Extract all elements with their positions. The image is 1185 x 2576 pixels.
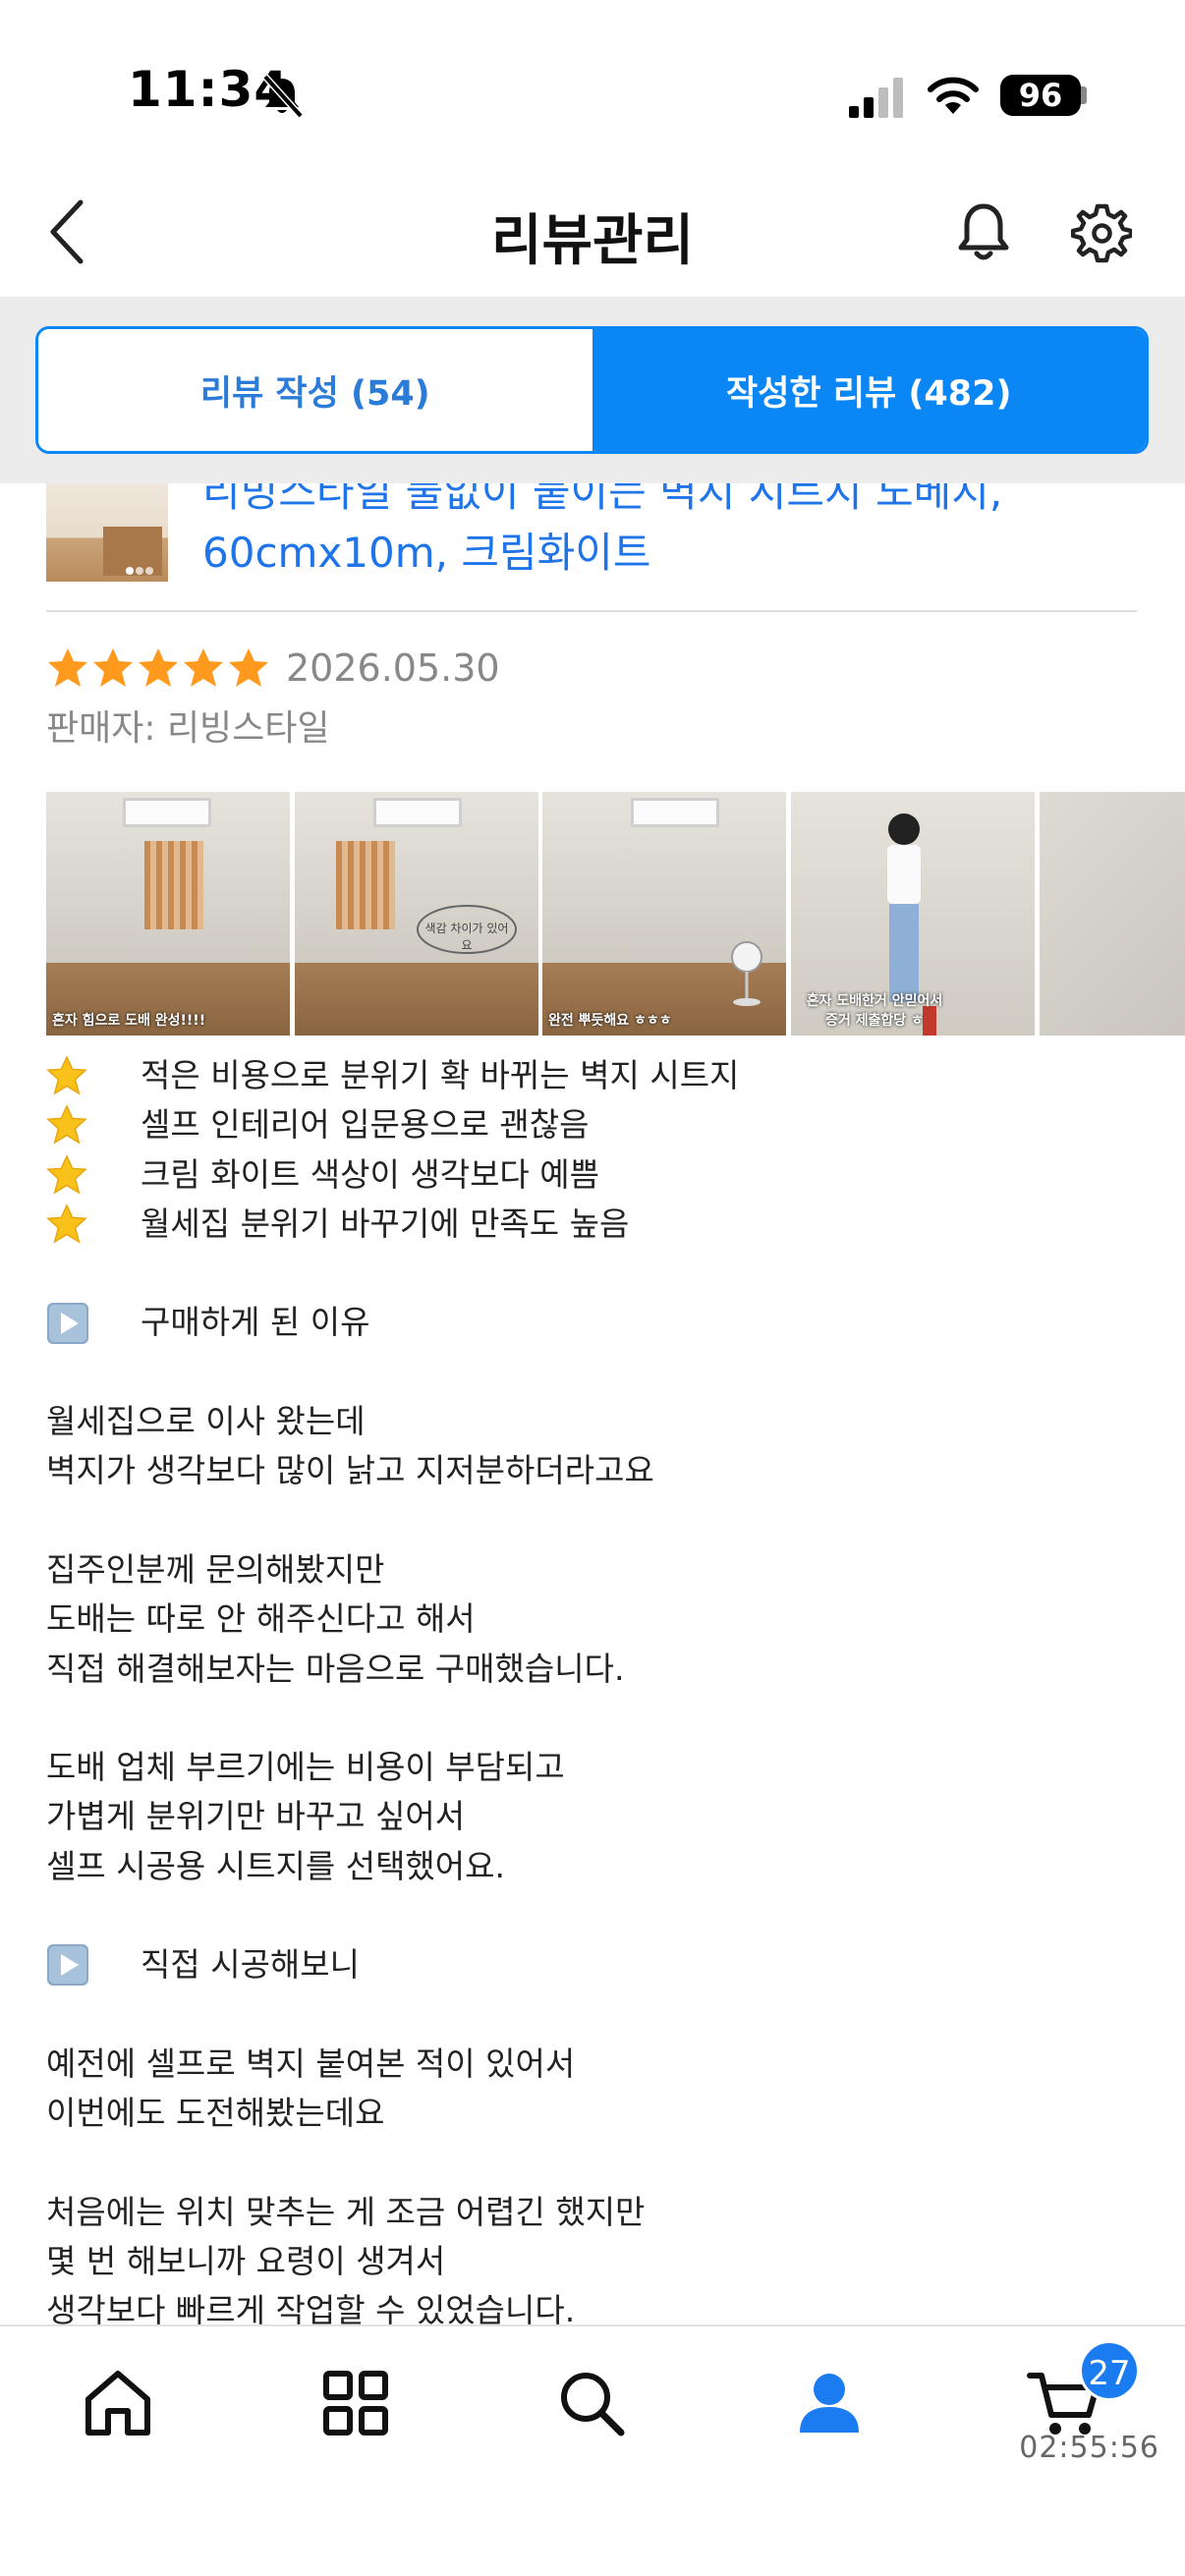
star-icon [184, 648, 223, 687]
highlight-item: 셀프 인테리어 입문용으로 괜찮음 [46, 1100, 1147, 1149]
countdown-timer: 02:55:56 [1019, 2431, 1159, 2465]
body-line: 생각보다 빠르게 작업할 수 있었습니다. [46, 2291, 576, 2328]
star-icon [93, 648, 133, 687]
star-icon [139, 648, 178, 687]
body-line: 월세집으로 이사 왔는데 [46, 1402, 366, 1441]
review-text: 적은 비용으로 분위기 확 바뀌는 벽지 시트지 셀프 인테리어 입문용으로 괜… [46, 1051, 1147, 2328]
review-photo[interactable]: 완전 뿌듯해요 ㅎㅎㅎ [542, 792, 786, 1036]
body-line: 처음에는 위치 맞추는 게 조금 어렵긴 했지만 [46, 2192, 646, 2231]
search-icon[interactable] [552, 2364, 631, 2442]
body-line: 도배는 따로 안 해주신다고 해서 [46, 1599, 476, 1639]
ceiling-light [123, 798, 211, 827]
photo-caption: 혼자 도배한거 안믿어서 증거 제출합당 ㅎ [806, 993, 943, 1029]
play-button-emoji-icon [47, 1944, 88, 1987]
highlight-text: 적은 비용으로 분위기 확 바뀌는 벽지 시트지 [141, 1056, 740, 1094]
curtain [336, 841, 395, 929]
star-icon [229, 648, 268, 687]
curtain [144, 841, 203, 929]
star-icon [48, 648, 87, 687]
product-info[interactable]: 리빙스타일 풀없이 붙이는 벽지 시트지 노베지, 60cmx10m, 크림화이… [0, 483, 1185, 611]
rating-row: 2026.05.30 [46, 641, 500, 696]
header: 리뷰관리 [0, 167, 1185, 297]
review-photo[interactable]: 혼자 힘으로 도배 완성!!!! [46, 792, 290, 1036]
highlight-item: 크림 화이트 색상이 생각보다 예쁨 [46, 1150, 1147, 1200]
divider [46, 610, 1137, 612]
highlight-text: 크림 화이트 색상이 생각보다 예쁨 [141, 1154, 599, 1194]
star-emoji-icon [46, 1104, 87, 1146]
photo-caption: 혼자 힘으로 도배 완성!!!! [52, 1013, 206, 1029]
section-title: 구매하게 된 이유 [141, 1303, 370, 1342]
wifi-icon [928, 77, 979, 114]
star-emoji-icon [46, 1204, 87, 1244]
star-emoji-icon [46, 1153, 87, 1195]
highlight-text: 셀프 인테리어 입문용으로 괜찮음 [141, 1105, 590, 1145]
section-heading: 직접 시공해보니 [46, 1940, 1147, 1989]
highlight-text: 월세집 분위기 바꾸기에 만족도 높음 [141, 1204, 630, 1243]
body-line: 집주인분께 문의해봤지만 [46, 1549, 385, 1589]
my-profile-icon[interactable] [790, 2364, 869, 2442]
home-icon[interactable] [79, 2364, 157, 2442]
review-date: 2026.05.30 [286, 646, 500, 690]
cellular-signal-icon [849, 78, 903, 118]
tab-written-reviews[interactable]: 작성한 리뷰 (482) [592, 329, 1146, 451]
status-bar: 11:34 96 [0, 0, 1185, 167]
notification-bell-icon[interactable] [953, 200, 1014, 265]
category-grid-icon[interactable] [316, 2364, 395, 2442]
ceiling-light [373, 798, 462, 827]
photo-note: 색감 차이가 있어요 [424, 922, 509, 952]
battery-cap [1081, 86, 1087, 104]
seller-label: 판매자: [46, 708, 167, 749]
bell-mute-icon [262, 74, 304, 119]
review-photos: 혼자 힘으로 도배 완성!!!! 색감 차이가 있어요 완전 뿌듯해요 ㅎㅎㅎ … [46, 792, 1185, 1036]
fan-icon [731, 941, 762, 1006]
highlight-item: 적은 비용으로 분위기 확 바뀌는 벽지 시트지 [46, 1051, 1147, 1100]
review-photo[interactable]: 색감 차이가 있어요 [295, 792, 538, 1036]
section-heading: 구매하게 된 이유 [46, 1298, 1147, 1347]
photo-floor [295, 962, 538, 1036]
settings-gear-icon[interactable] [1071, 202, 1132, 263]
product-thumbnail[interactable] [46, 483, 168, 582]
body-line: 도배 업체 부르기에는 비용이 부담되고 [46, 1748, 565, 1787]
star-emoji-icon [46, 1055, 87, 1095]
body-line: 셀프 시공용 시트지를 선택했어요. [46, 1846, 505, 1885]
body-line: 가볍게 분위기만 바꾸고 싶어서 [46, 1797, 466, 1836]
battery-level: 96 [1000, 75, 1081, 116]
body-line: 예전에 셀프로 벽지 붙여본 적이 있어서 [46, 2044, 576, 2083]
tab-area: 리뷰 작성 (54) 작성한 리뷰 (482) [0, 297, 1185, 483]
review-photo[interactable] [1040, 792, 1185, 1036]
body-line: 직접 해결해보자는 마음으로 구매했습니다. [46, 1649, 625, 1688]
body-line: 이번에도 도전해봤는데요 [46, 2094, 385, 2133]
review-photo[interactable]: 혼자 도배한거 안믿어서 증거 제출합당 ㅎ [791, 792, 1035, 1036]
play-button-emoji-icon [47, 1302, 88, 1344]
body-line: 벽지가 생각보다 많이 낡고 지저분하더라고요 [46, 1451, 654, 1490]
thumbnail-dots-icon [126, 567, 153, 575]
product-name-link[interactable]: 리빙스타일 풀없이 붙이는 벽지 시트지 노베지, 60cmx10m, 크림화이… [202, 483, 1146, 584]
body-line: 몇 번 해보니까 요령이 생겨서 [46, 2242, 446, 2281]
tab-write-review[interactable]: 리뷰 작성 (54) [38, 329, 592, 451]
seller-info: 판매자: 리빙스타일 [46, 700, 330, 751]
ceiling-light [631, 798, 719, 827]
section-title: 직접 시공해보니 [141, 1945, 361, 1985]
review-tabs: 리뷰 작성 (54) 작성한 리뷰 (482) [35, 326, 1149, 454]
highlight-item: 월세집 분위기 바꾸기에 만족도 높음 [46, 1200, 1147, 1249]
photo-caption: 완전 뿌듯해요 ㅎㅎㅎ [548, 1013, 672, 1029]
cart-count-badge: 27 [1079, 2340, 1140, 2401]
seller-name: 리빙스타일 [166, 708, 330, 749]
